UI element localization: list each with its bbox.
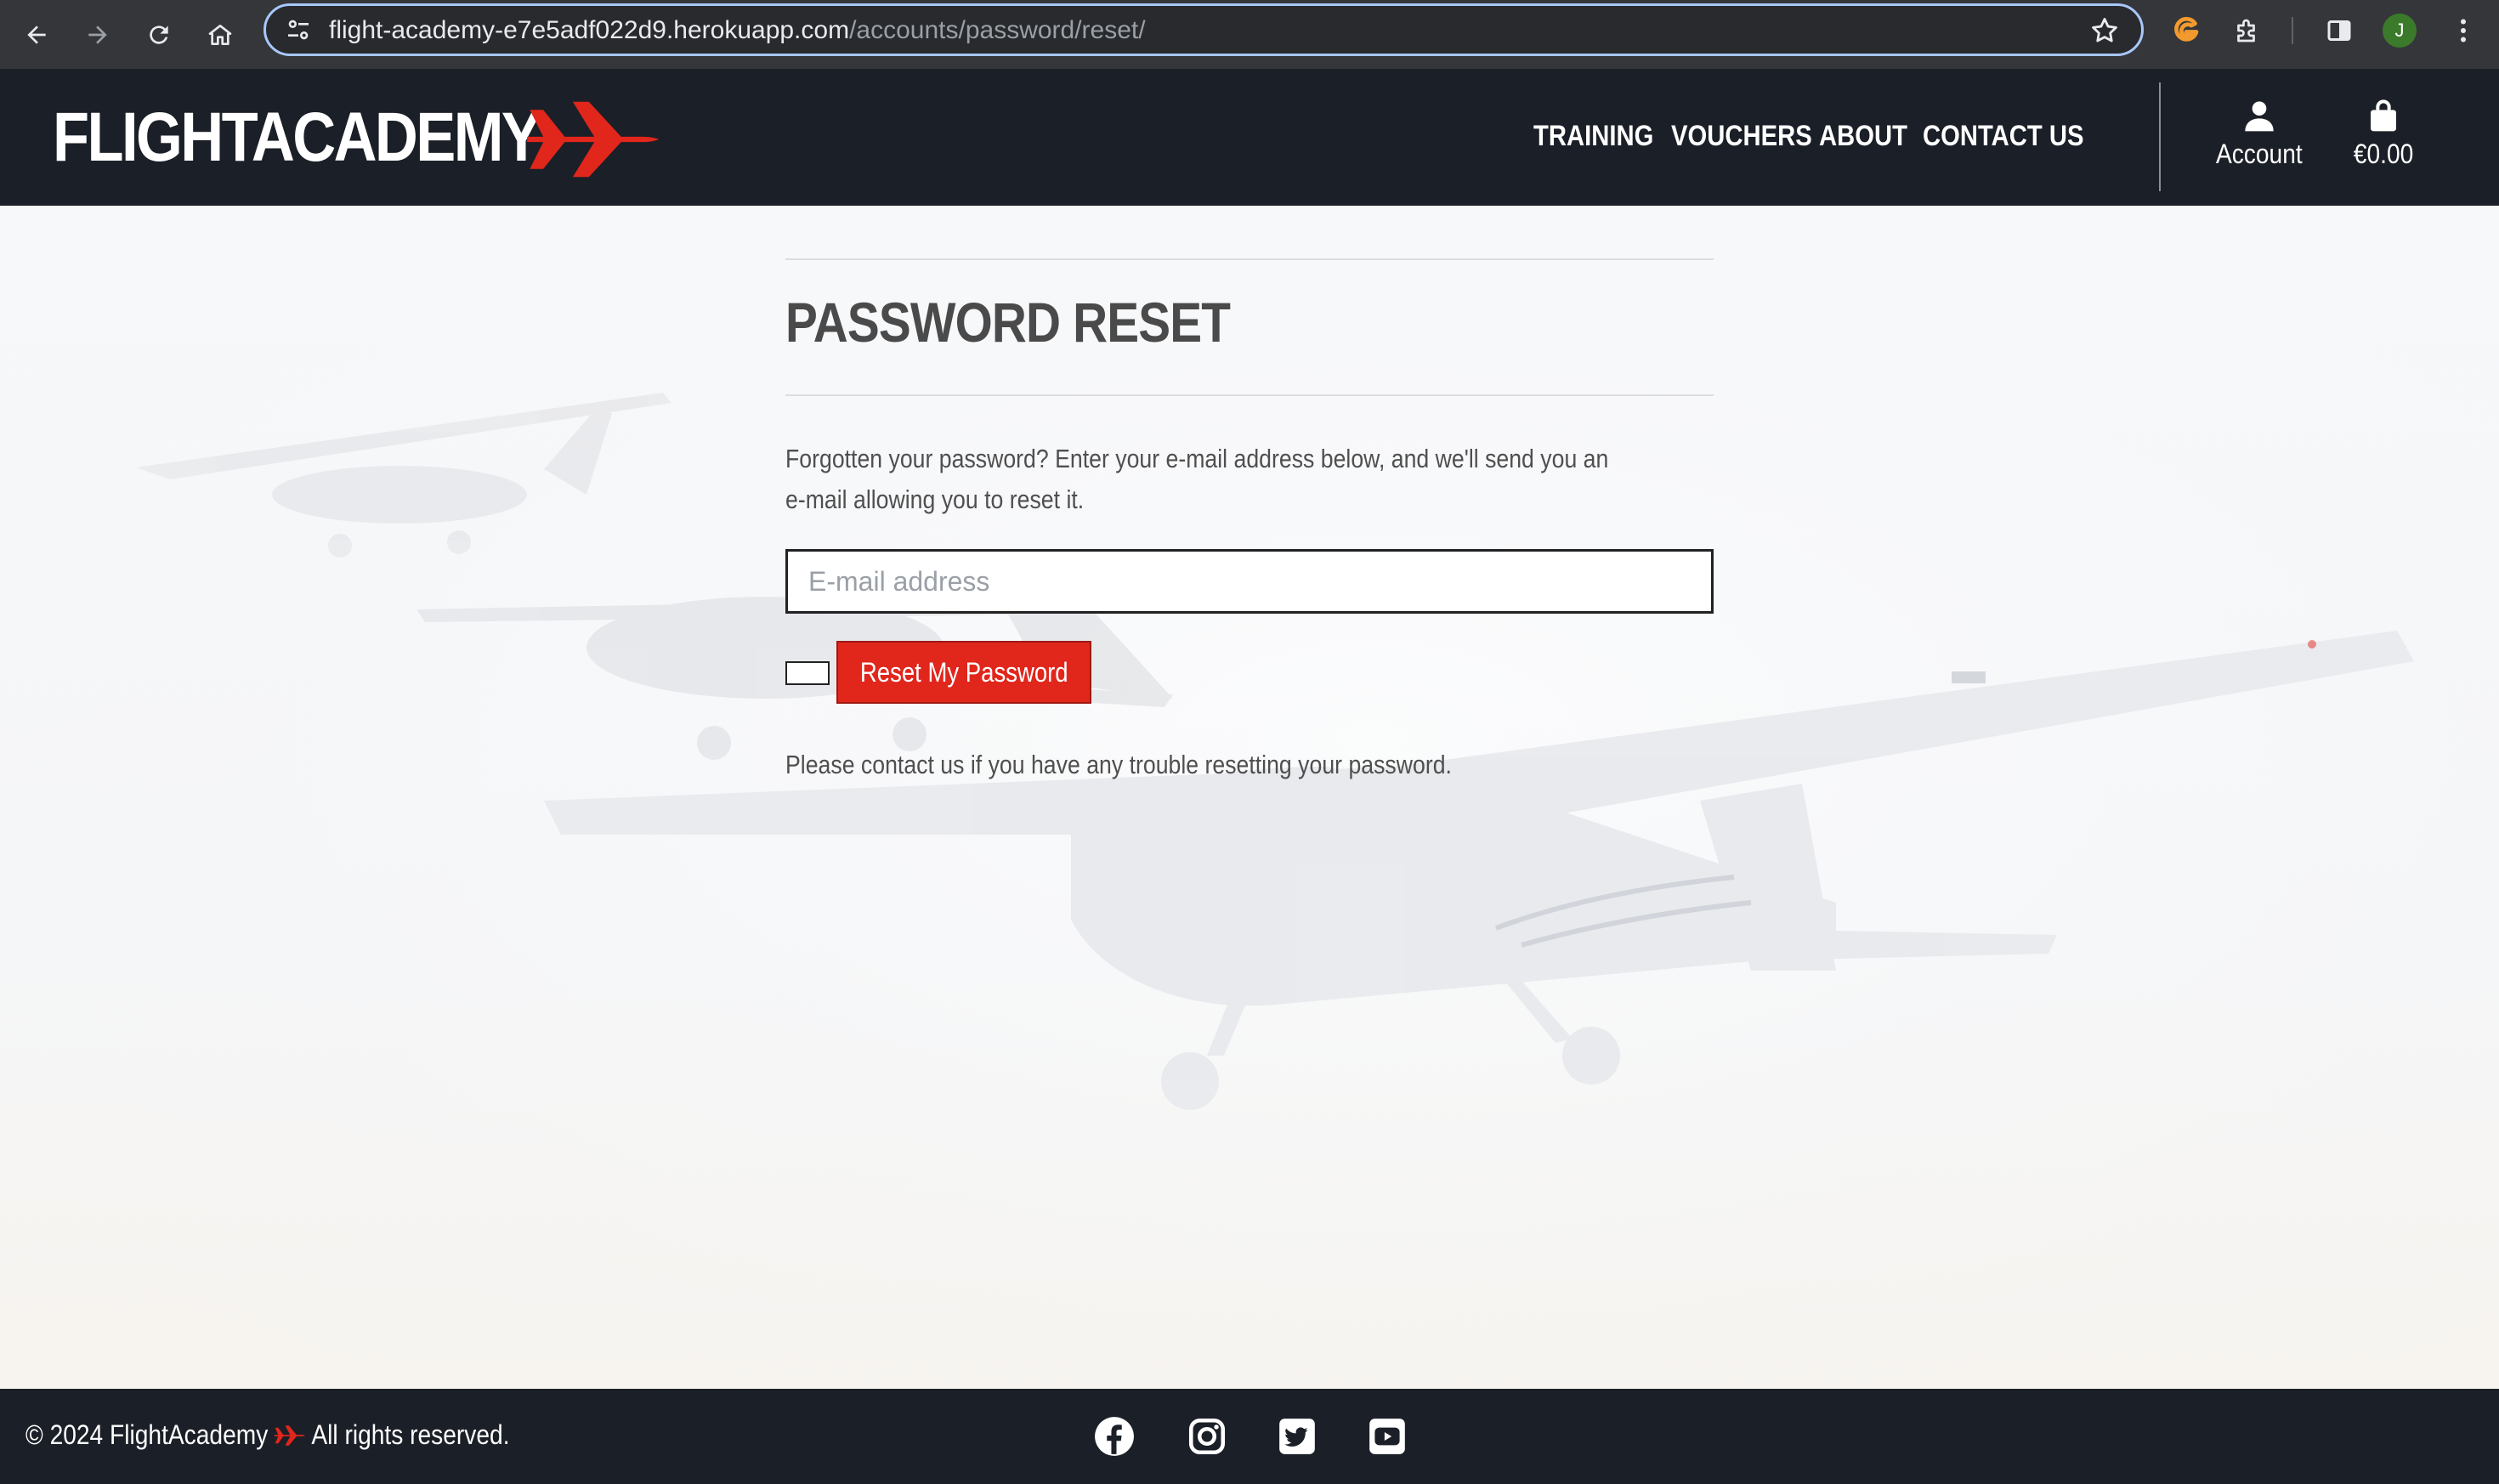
bookmark-star-icon[interactable] xyxy=(2088,14,2121,47)
site-logo[interactable]: FLIGHTACADEMY xyxy=(53,99,659,178)
nav-vouchers[interactable]: VOUCHERS xyxy=(1671,120,1812,153)
home-icon[interactable] xyxy=(197,12,243,58)
main-content: PASSWORD RESET Forgotten your password? … xyxy=(0,206,2499,1389)
copyright-suffix: All rights reserved. xyxy=(311,1419,510,1450)
extensions-puzzle-icon[interactable] xyxy=(2229,12,2266,49)
url-path: /accounts/password/reset/ xyxy=(849,16,1146,44)
browser-toolbar: flight-academy-e7e5adf022d9.herokuapp.co… xyxy=(0,0,2499,69)
site-header: FLIGHTACADEMY TRAINING VOUCHERS ABOUT CO… xyxy=(0,69,2499,206)
toolbar-divider xyxy=(2292,17,2293,44)
side-panel-icon[interactable] xyxy=(2320,12,2358,49)
logo-text: FLIGHTACADEMY xyxy=(53,99,541,176)
intro-text: Forgotten your password? Enter your e-ma… xyxy=(785,444,1609,514)
page-title: PASSWORD RESET xyxy=(785,291,1231,354)
nav-contact-us[interactable]: CONTACT US xyxy=(1923,120,2084,153)
twitter-icon[interactable] xyxy=(1275,1414,1319,1459)
youtube-icon[interactable] xyxy=(1365,1414,1409,1459)
instagram-icon[interactable] xyxy=(1185,1414,1229,1459)
site-footer: © 2024 FlightAcademy All rights reserved… xyxy=(0,1389,2499,1484)
reload-icon[interactable] xyxy=(136,12,182,58)
extension-g-icon[interactable] xyxy=(2168,12,2205,49)
airplane-small-icon xyxy=(275,1425,306,1446)
facebook-icon[interactable] xyxy=(1092,1414,1136,1459)
shopping-bag-icon xyxy=(2371,99,2397,132)
address-bar[interactable]: flight-academy-e7e5adf022d9.herokuapp.co… xyxy=(264,3,2144,56)
airplane-logo-icon xyxy=(527,101,659,178)
copyright: © 2024 FlightAcademy All rights reserved… xyxy=(26,1419,510,1451)
basket-link[interactable]: €0.00 xyxy=(2349,98,2417,170)
menu-dots-icon[interactable] xyxy=(2445,12,2482,49)
nav-about[interactable]: ABOUT xyxy=(1819,120,1907,153)
account-link[interactable]: Account xyxy=(2210,98,2309,170)
url-host: flight-academy-e7e5adf022d9.herokuapp.co… xyxy=(329,16,850,44)
basket-total: €0.00 xyxy=(2353,139,2414,169)
form-actions: Reset My Password xyxy=(785,641,1714,704)
help-text: Please contact us if you have any troubl… xyxy=(785,750,1452,779)
site-info-icon[interactable] xyxy=(285,16,312,43)
back-icon[interactable] xyxy=(14,12,60,58)
forward-icon[interactable] xyxy=(75,12,121,58)
header-divider xyxy=(2159,82,2161,191)
empty-button[interactable] xyxy=(785,661,830,685)
top-divider xyxy=(785,258,1714,260)
reset-password-label: Reset My Password xyxy=(859,656,1068,688)
email-field[interactable] xyxy=(785,549,1714,614)
profile-avatar[interactable]: J xyxy=(2383,14,2417,48)
url-text: flight-academy-e7e5adf022d9.herokuapp.co… xyxy=(329,15,1146,46)
nav-training[interactable]: TRAINING xyxy=(1533,120,1653,153)
account-label: Account xyxy=(2215,139,2303,169)
reset-password-button[interactable]: Reset My Password xyxy=(836,641,1091,704)
copyright-prefix: © 2024 FlightAcademy xyxy=(26,1419,269,1450)
user-icon xyxy=(2245,101,2274,132)
title-divider xyxy=(785,394,1714,396)
password-reset-panel: PASSWORD RESET Forgotten your password? … xyxy=(785,258,1714,780)
